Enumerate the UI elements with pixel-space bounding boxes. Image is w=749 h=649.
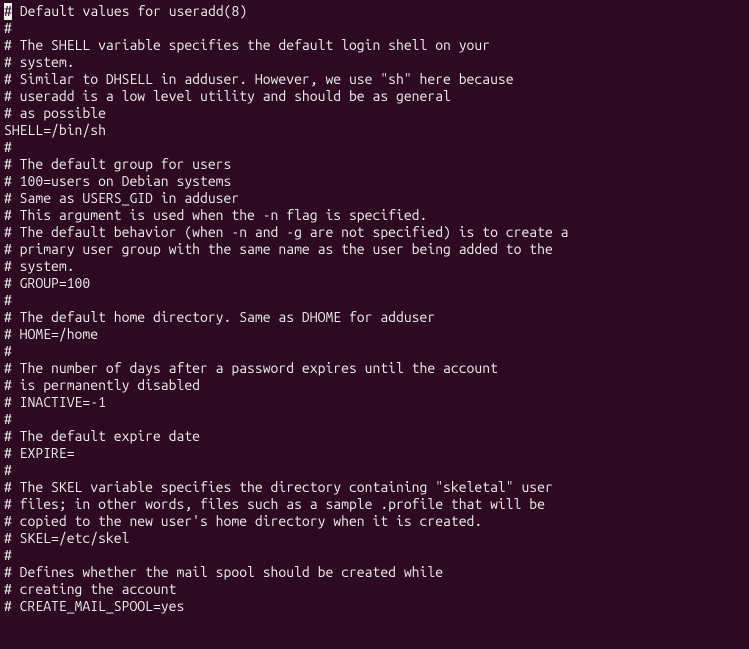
text-after-cursor: Default values for useradd(8) <box>12 3 247 19</box>
cursor: # <box>4 3 12 20</box>
file-line: # CREATE_MAIL_SPOOL=yes <box>4 598 749 615</box>
file-line: # creating the account <box>4 581 749 598</box>
file-line: # The default home directory. Same as DH… <box>4 309 749 326</box>
file-line: # Similar to DHSELL in adduser. However,… <box>4 71 749 88</box>
file-line: # The default behavior (when -n and -g a… <box>4 224 749 241</box>
file-line: # system. <box>4 258 749 275</box>
file-line: # as possible <box>4 105 749 122</box>
file-line: # This argument is used when the -n flag… <box>4 207 749 224</box>
file-line: # SKEL=/etc/skel <box>4 530 749 547</box>
file-line: # <box>4 139 749 156</box>
file-line: # <box>4 462 749 479</box>
file-line: # primary user group with the same name … <box>4 241 749 258</box>
file-line: # <box>4 411 749 428</box>
file-line: # INACTIVE=-1 <box>4 394 749 411</box>
file-line: # <box>4 292 749 309</box>
file-line: # copied to the new user's home director… <box>4 513 749 530</box>
file-line: # 100=users on Debian systems <box>4 173 749 190</box>
file-line: # Same as USERS_GID in adduser <box>4 190 749 207</box>
file-line: # The default group for users <box>4 156 749 173</box>
file-line: # Default values for useradd(8) <box>4 3 749 20</box>
file-line: # The default expire date <box>4 428 749 445</box>
file-line: # <box>4 343 749 360</box>
file-line: # GROUP=100 <box>4 275 749 292</box>
file-line: # <box>4 547 749 564</box>
file-line: # system. <box>4 54 749 71</box>
file-line: # The SHELL variable specifies the defau… <box>4 37 749 54</box>
file-line: # The number of days after a password ex… <box>4 360 749 377</box>
file-line: # HOME=/home <box>4 326 749 343</box>
file-line: # EXPIRE= <box>4 445 749 462</box>
file-line: # useradd is a low level utility and sho… <box>4 88 749 105</box>
file-line: # The SKEL variable specifies the direct… <box>4 479 749 496</box>
file-line: SHELL=/bin/sh <box>4 122 749 139</box>
file-line: # files; in other words, files such as a… <box>4 496 749 513</box>
file-line: # is permanently disabled <box>4 377 749 394</box>
terminal-text-editor[interactable]: # Default values for useradd(8)## The SH… <box>4 3 749 615</box>
file-line: # <box>4 20 749 37</box>
file-line: # Defines whether the mail spool should … <box>4 564 749 581</box>
